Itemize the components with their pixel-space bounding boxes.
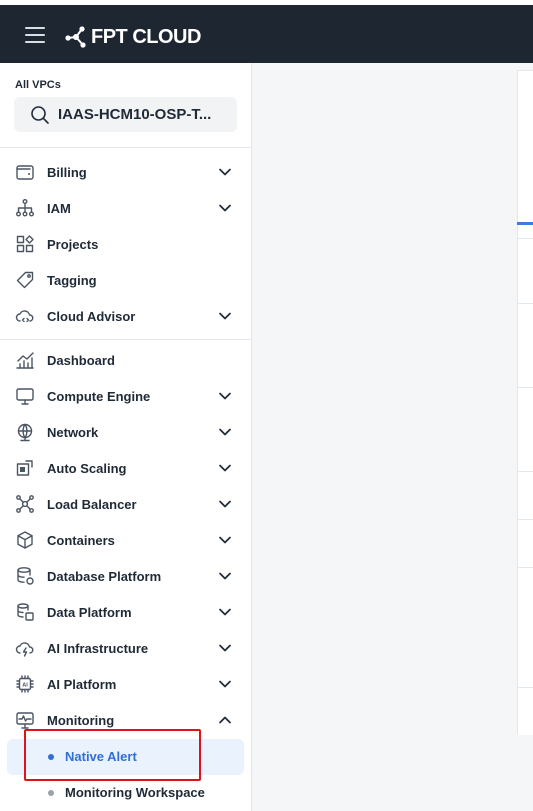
submenu-item-label: Native Alert [65, 749, 137, 764]
sidebar-item-label: Network [47, 424, 99, 440]
monitor-icon [15, 386, 35, 406]
sidebar-item-billing[interactable]: Billing [0, 154, 252, 190]
ai-chip-icon: AI [15, 674, 35, 694]
chevron-up-icon[interactable] [218, 713, 232, 727]
bullet-dot [48, 790, 54, 796]
projects-icon [15, 234, 35, 254]
sidebar-item-label: AI Infrastructure [47, 640, 149, 656]
sidebar-item-dashboard[interactable]: Dashboard [0, 342, 252, 378]
top-navbar: FPT CLOUD [0, 5, 533, 63]
sidebar-item-network[interactable]: Network [0, 414, 252, 450]
sidebar-item-auto-scaling[interactable]: Auto Scaling [0, 450, 252, 486]
active-tab-indicator [517, 222, 533, 225]
sidebar-item-tagging[interactable]: Tagging [0, 262, 252, 298]
fpt-cloud-logo[interactable]: FPT CLOUD [64, 25, 201, 49]
search-icon [31, 105, 49, 124]
chevron-down-icon[interactable] [218, 641, 232, 655]
chevron-down-icon[interactable] [218, 309, 232, 323]
sidebar-item-load-balancer[interactable]: Load Balancer [0, 486, 252, 522]
sidebar-item-label: Containers [47, 532, 115, 548]
divider [0, 147, 252, 148]
sidebar-item-label: AI Platform [47, 676, 117, 692]
sidebar-item-label: Cloud Advisor [47, 308, 136, 324]
hierarchy-icon [15, 198, 35, 218]
sidebar-item-monitoring[interactable]: Monitoring [0, 702, 252, 738]
bullet-dot [48, 754, 54, 760]
sidebar-item-projects[interactable]: Projects [0, 226, 252, 262]
sidebar-item-label: Monitoring [47, 712, 115, 728]
vpc-selector[interactable]: IAAS-HCM10-OSP-T... [14, 97, 237, 132]
chevron-down-icon[interactable] [218, 605, 232, 619]
row-divider [517, 387, 533, 388]
divider [0, 339, 252, 340]
cube-icon [15, 530, 35, 550]
chevron-down-icon[interactable] [218, 201, 232, 215]
sidebar-item-label: Compute Engine [47, 388, 151, 404]
chevron-down-icon[interactable] [218, 497, 232, 511]
row-divider [517, 567, 533, 568]
sidebar-item-compute-engine[interactable]: Compute Engine [0, 378, 252, 414]
logo-network-icon [65, 26, 86, 48]
sidebar-item-ai-platform[interactable]: AI AI Platform [0, 666, 252, 702]
chevron-down-icon[interactable] [218, 389, 232, 403]
sidebar-item-label: Database Platform [47, 568, 162, 584]
row-divider [517, 687, 533, 688]
main-content-panel [517, 70, 533, 735]
row-divider [517, 519, 533, 520]
sidebar: All VPCs IAAS-HCM10-OSP-T... Billing IAM P… [0, 63, 252, 811]
tag-icon [15, 270, 35, 290]
submenu-item-label: Monitoring Workspace [65, 785, 205, 800]
submenu-item-monitoring-workspace[interactable]: Monitoring Workspace [7, 775, 244, 811]
row-divider [517, 471, 533, 472]
sidebar-item-iam[interactable]: IAM [0, 190, 252, 226]
chart-icon [15, 350, 35, 370]
chevron-down-icon[interactable] [218, 461, 232, 475]
database-icon [15, 566, 35, 586]
chevron-down-icon[interactable] [218, 533, 232, 547]
sidebar-item-label: Projects [47, 236, 99, 252]
chevron-down-icon[interactable] [218, 425, 232, 439]
svg-text:AI: AI [22, 682, 28, 688]
sidebar-item-database-platform[interactable]: Database Platform [0, 558, 252, 594]
chevron-down-icon[interactable] [218, 677, 232, 691]
row-divider [517, 303, 533, 304]
vpc-selected-value: IAAS-HCM10-OSP-T... [58, 106, 212, 123]
submenu-item-native-alert[interactable]: Native Alert [7, 739, 244, 775]
row-divider [517, 238, 533, 239]
sidebar-item-label: IAM [47, 200, 71, 216]
sidebar-item-ai-infrastructure[interactable]: AI Infrastructure [0, 630, 252, 666]
cloud-advisor-icon [15, 306, 35, 326]
logo-text: FPT CLOUD [91, 25, 201, 48]
sidebar-item-label: Billing [47, 164, 87, 180]
autoscaling-icon [15, 458, 35, 478]
wallet-icon [15, 162, 35, 182]
sidebar-item-cloud-advisor[interactable]: Cloud Advisor [0, 298, 252, 334]
load-balancer-icon [15, 494, 35, 514]
globe-icon [15, 422, 35, 442]
sidebar-item-containers[interactable]: Containers [0, 522, 252, 558]
vpc-label: All VPCs [15, 79, 61, 91]
sidebar-item-label: Data Platform [47, 604, 132, 620]
sidebar-item-data-platform[interactable]: Data Platform [0, 594, 252, 630]
sidebar-item-label: Auto Scaling [47, 460, 127, 476]
ai-infra-icon [15, 638, 35, 658]
sidebar-item-label: Tagging [47, 272, 97, 288]
data-platform-icon [15, 602, 35, 622]
menu-icon[interactable] [25, 27, 45, 43]
sidebar-item-label: Dashboard [47, 352, 115, 368]
sidebar-item-label: Load Balancer [47, 496, 137, 512]
monitoring-icon [15, 710, 35, 730]
chevron-down-icon[interactable] [218, 569, 232, 583]
chevron-down-icon[interactable] [218, 165, 232, 179]
